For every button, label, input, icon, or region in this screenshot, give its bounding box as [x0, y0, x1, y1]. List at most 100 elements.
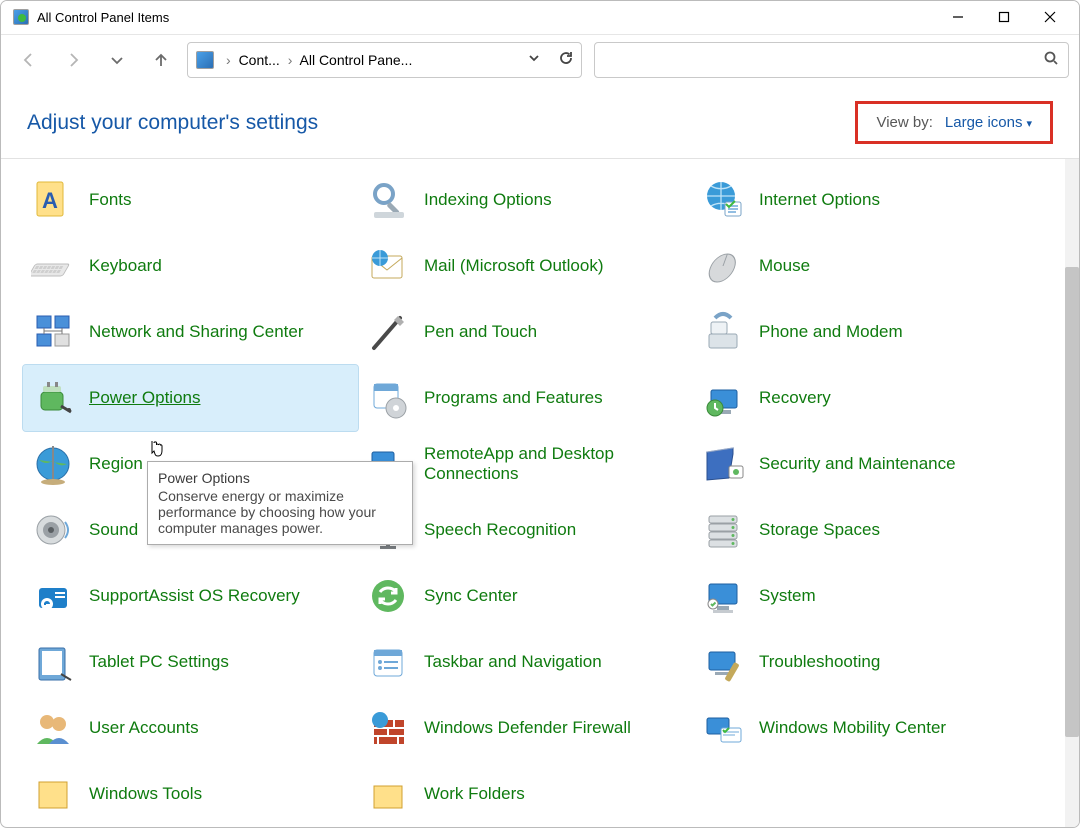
cp-item-label: Windows Mobility Center [759, 718, 946, 738]
cp-item-label: Taskbar and Navigation [424, 652, 602, 672]
control-panel-icon-small [196, 51, 214, 69]
cp-item-programs[interactable]: Programs and Features [358, 365, 693, 431]
cp-item-mail[interactable]: Mail (Microsoft Outlook) [358, 233, 693, 299]
control-panel-icon [13, 9, 29, 25]
breadcrumb-seg-2[interactable]: All Control Pane... [300, 52, 413, 68]
cp-item-label: Internet Options [759, 190, 880, 210]
system-icon [701, 574, 745, 618]
cp-item-sync[interactable]: Sync Center [358, 563, 693, 629]
search-input[interactable] [605, 52, 1044, 68]
cp-item-users[interactable]: User Accounts [23, 695, 358, 761]
cp-item-label: Work Folders [424, 784, 525, 804]
cp-item-label: SupportAssist OS Recovery [89, 586, 300, 606]
refresh-icon[interactable] [559, 51, 573, 68]
cp-item-label: Mouse [759, 256, 810, 276]
cp-item-indexing[interactable]: Indexing Options [358, 167, 693, 233]
cp-item-label: Sync Center [424, 586, 518, 606]
cp-item-label: Fonts [89, 190, 132, 210]
search-box[interactable] [594, 42, 1069, 78]
cp-item-pen[interactable]: Pen and Touch [358, 299, 693, 365]
cp-item-label: System [759, 586, 816, 606]
cp-item-storage[interactable]: Storage Spaces [693, 497, 1028, 563]
cp-item-power[interactable]: Power Options [23, 365, 358, 431]
maximize-button[interactable] [981, 1, 1027, 34]
cp-item-label: Storage Spaces [759, 520, 880, 540]
back-button[interactable] [11, 41, 47, 79]
cp-item-workfolders[interactable]: Work Folders [358, 761, 693, 827]
pen-icon [366, 310, 410, 354]
recovery-icon [701, 376, 745, 420]
scrollbar-thumb[interactable] [1065, 267, 1079, 737]
page-title: Adjust your computer's settings [27, 111, 318, 135]
window-title: All Control Panel Items [37, 10, 935, 25]
close-button[interactable] [1027, 1, 1073, 34]
cp-item-label: Region [89, 454, 143, 474]
cp-item-keyboard[interactable]: Keyboard [23, 233, 358, 299]
sound-icon [31, 508, 75, 552]
keyboard-icon [31, 244, 75, 288]
phone-icon [701, 310, 745, 354]
cp-item-firewall[interactable]: Windows Defender Firewall [358, 695, 693, 761]
cp-item-mobility[interactable]: Windows Mobility Center [693, 695, 1028, 761]
cp-item-label: Windows Defender Firewall [424, 718, 631, 738]
sync-icon [366, 574, 410, 618]
vertical-scrollbar[interactable] [1065, 159, 1079, 827]
cp-item-label: Mail (Microsoft Outlook) [424, 256, 603, 276]
cp-item-label: Keyboard [89, 256, 162, 276]
cp-item-label: Indexing Options [424, 190, 552, 210]
workfolders-icon [366, 772, 410, 816]
cp-item-label: Windows Tools [89, 784, 202, 804]
cp-item-wintools[interactable]: Windows Tools [23, 761, 358, 827]
cp-item-tablet[interactable]: Tablet PC Settings [23, 629, 358, 695]
tooltip: Power Options Conserve energy or maximiz… [147, 461, 413, 545]
address-dropdown-icon[interactable] [527, 51, 541, 68]
users-icon [31, 706, 75, 750]
tablet-icon [31, 640, 75, 684]
address-bar[interactable]: › Cont... › All Control Pane... [187, 42, 582, 78]
mobility-icon [701, 706, 745, 750]
cp-item-label: Phone and Modem [759, 322, 903, 342]
cp-item-label: Power Options [89, 388, 201, 408]
programs-icon [366, 376, 410, 420]
view-by-highlight: View by: Large icons▾ [855, 101, 1053, 144]
search-icon[interactable] [1044, 51, 1058, 68]
indexing-icon [366, 178, 410, 222]
forward-button[interactable] [55, 41, 91, 79]
breadcrumb[interactable]: › Cont... › All Control Pane... [222, 52, 412, 68]
cp-item-mouse[interactable]: Mouse [693, 233, 1028, 299]
breadcrumb-seg-1[interactable]: Cont... [239, 52, 280, 68]
supportassist-icon [31, 574, 75, 618]
up-button[interactable] [143, 41, 179, 79]
mail-icon [366, 244, 410, 288]
cp-item-label: Programs and Features [424, 388, 603, 408]
cp-item-supportassist[interactable]: SupportAssist OS Recovery [23, 563, 358, 629]
cp-item-label: Troubleshooting [759, 652, 880, 672]
tooltip-body: Conserve energy or maximize performance … [158, 488, 402, 536]
history-dropdown[interactable] [99, 41, 135, 79]
cp-item-label: Speech Recognition [424, 520, 576, 540]
cp-item-phone[interactable]: Phone and Modem [693, 299, 1028, 365]
taskbar-icon [366, 640, 410, 684]
firewall-icon [366, 706, 410, 750]
wintools-icon [31, 772, 75, 816]
cp-item-internet[interactable]: Internet Options [693, 167, 1028, 233]
cp-item-network[interactable]: Network and Sharing Center [23, 299, 358, 365]
toolbar: › Cont... › All Control Pane... [1, 35, 1079, 85]
minimize-button[interactable] [935, 1, 981, 34]
cp-item-label: RemoteApp and Desktop Connections [424, 444, 664, 485]
tooltip-title: Power Options [158, 470, 402, 486]
cp-item-recovery[interactable]: Recovery [693, 365, 1028, 431]
power-icon [31, 376, 75, 420]
cp-item-taskbar[interactable]: Taskbar and Navigation [358, 629, 693, 695]
cp-item-label: Recovery [759, 388, 831, 408]
cp-item-security[interactable]: Security and Maintenance [693, 431, 1028, 497]
cp-item-fonts[interactable]: A Fonts [23, 167, 358, 233]
cp-item-troubleshoot[interactable]: Troubleshooting [693, 629, 1028, 695]
troubleshoot-icon [701, 640, 745, 684]
cp-item-system[interactable]: System [693, 563, 1028, 629]
cp-item-label: Pen and Touch [424, 322, 537, 342]
network-icon [31, 310, 75, 354]
svg-text:A: A [42, 188, 58, 213]
view-by-dropdown[interactable]: Large icons▾ [945, 114, 1032, 131]
cp-item-label: Network and Sharing Center [89, 322, 304, 342]
